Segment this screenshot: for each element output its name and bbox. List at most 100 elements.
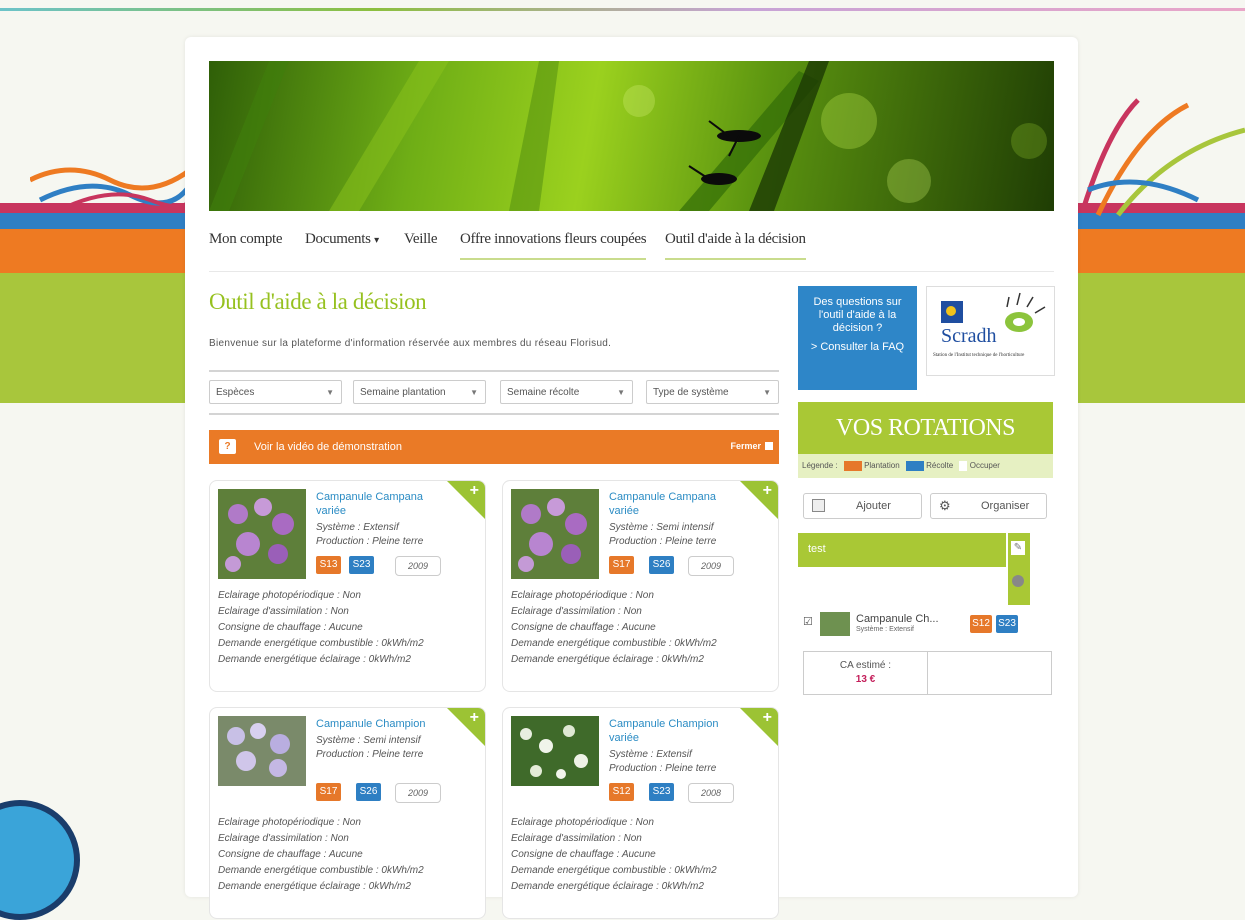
info-line: Eclairage photopériodique : Non [218,817,361,828]
nav-veille[interactable]: Veille [404,231,438,258]
ca-estimate-box: CA estimé : 13 € [803,651,1052,695]
nav-documents[interactable]: Documents ▾ [305,231,379,258]
crop-system: Système : Extensif [316,522,399,533]
scradh-logo: Scradh Station de l'Institut technique d… [926,286,1055,376]
year-badge: 2008 [688,783,734,803]
chevron-down-icon: ▼ [326,388,334,397]
close-button[interactable]: Fermer [730,441,761,451]
legend-item: Récolte [926,461,954,470]
flower-photo [218,489,306,579]
checkbox-icon[interactable]: ☑ [803,615,813,628]
nav-offre-innovations[interactable]: Offre innovations fleurs coupées [460,231,647,260]
decor-swirl-left [30,167,190,212]
decor-circle [0,800,80,920]
crop-production: Production : Pleine terre [316,749,424,760]
close-icon[interactable] [765,442,773,450]
add-corner[interactable] [447,708,485,746]
logo-subtitle: Station de l'Institut technique de l'hor… [933,353,1025,358]
flower-photo [511,716,599,786]
rotation-item-system: Système : Extensif [856,626,914,633]
legend-item: Occuper [969,461,1000,470]
crop-info: Eclairage photopériodique : Non Eclairag… [511,815,717,895]
chevron-down-icon: ▾ [374,235,379,246]
filter-semaine-plantation-label: Semaine plantation [360,387,446,398]
plant-week-badge: S13 [316,556,341,574]
crop-title[interactable]: Campanule Campana variée [316,490,456,518]
harvest-week-badge: S26 [649,556,674,574]
filter-semaine-recolte[interactable]: Semaine récolte ▼ [500,380,633,404]
add-corner[interactable] [447,481,485,519]
crop-card[interactable]: Campanule Champion Système : Semi intens… [209,707,486,919]
crop-title[interactable]: Campanule Champion [316,717,456,731]
crop-title[interactable]: Campanule Campana variée [609,490,749,518]
rotation-item[interactable]: ☑ Campanule Ch... Système : Extensif S12… [798,610,1038,636]
plant-week-badge: S17 [316,783,341,801]
add-icon[interactable]: + [763,482,772,500]
legend-item: Plantation [864,461,900,470]
rotation-item-thumbnail [820,612,850,636]
legend-bar: Légende : Plantation Récolte Occuper [798,454,1053,478]
legend-swatch-blue [905,460,924,471]
crop-info: Eclairage photopériodique : Non Eclairag… [218,815,424,895]
crop-card[interactable]: Campanule Campana variée Système : Exten… [209,480,486,692]
crop-system: Système : Extensif [609,749,692,760]
info-line: Consigne de chauffage : Aucune [511,849,656,860]
add-rotation-label: Ajouter [856,500,891,512]
banner-image [209,61,1047,211]
year-badge: 2009 [395,783,441,803]
rotation-item-title: Campanule Ch... [856,613,939,625]
filter-especes[interactable]: Espèces ▼ [209,380,342,404]
harvest-week-badge: S23 [349,556,374,574]
decor-swirl-right [1080,98,1245,217]
header-banner [209,61,1054,211]
logo-wordmark: Scradh [941,325,997,347]
info-line: Eclairage photopériodique : Non [511,817,654,828]
delete-icon[interactable] [1012,575,1024,587]
faq-box[interactable]: Des questions sur l'outil d'aide à la dé… [798,286,917,390]
add-icon[interactable]: + [763,709,772,727]
organize-button[interactable]: ⚙ Organiser [930,493,1047,519]
rotation-actions: ✎ [1008,533,1030,605]
add-icon[interactable]: + [470,709,479,727]
info-line: Consigne de chauffage : Aucune [511,622,656,633]
page-container: Mon compte Documents ▾ Veille Offre inno… [185,37,1078,919]
video-demo-bar[interactable]: ? Voir la vidéo de démonstration Fermer [209,430,779,464]
crop-info: Eclairage photopériodique : Non Eclairag… [511,588,717,668]
legend-swatch-orange [843,460,862,471]
add-rotation-button[interactable]: Ajouter [803,493,922,519]
filter-type-systeme-label: Type de système [653,387,729,398]
faq-question: Des questions sur l'outil d'aide à la dé… [813,296,902,334]
info-line: Eclairage d'assimilation : Non [218,833,349,844]
main-nav: Mon compte Documents ▾ Veille Offre inno… [209,225,1054,272]
organize-label: Organiser [981,500,1030,512]
add-corner[interactable] [740,708,778,746]
harvest-week-badge: S26 [356,783,381,801]
page-title: Outil d'aide à la décision [209,289,427,314]
add-icon[interactable]: + [470,482,479,500]
ca-value: 13 € [855,674,876,685]
crop-card[interactable]: Campanule Campana variée Système : Semi … [502,480,779,692]
info-line: Demande energétique éclairage : 0kWh/m2 [511,654,704,665]
filter-type-systeme[interactable]: Type de système ▼ [646,380,779,404]
add-rotation-icon [812,499,825,512]
legend-swatch-white [959,460,968,471]
nav-mon-compte[interactable]: Mon compte [209,231,283,258]
help-icon: ? [219,439,236,454]
edit-icon[interactable]: ✎ [1011,541,1025,555]
crop-system: Système : Semi intensif [609,522,714,533]
welcome-text: Bienvenue sur la plateforme d'informatio… [209,338,612,349]
info-line: Eclairage photopériodique : Non [218,590,361,601]
crop-info: Eclairage photopériodique : Non Eclairag… [218,588,424,668]
crop-title[interactable]: Campanule Champion variée [609,717,749,745]
info-line: Demande energétique éclairage : 0kWh/m2 [218,881,411,892]
top-gradient-line [0,8,1245,11]
rotation-row[interactable]: test [798,533,1006,567]
filter-semaine-plantation[interactable]: Semaine plantation ▼ [353,380,486,404]
chevron-down-icon: ▼ [617,388,625,397]
crop-card[interactable]: Campanule Champion variée Système : Exte… [502,707,779,919]
nav-outil-aide[interactable]: Outil d'aide à la décision [665,231,806,260]
year-badge: 2009 [688,556,734,576]
separator [209,413,779,415]
add-corner[interactable] [740,481,778,519]
faq-link[interactable]: > Consulter la FAQ [798,341,917,354]
